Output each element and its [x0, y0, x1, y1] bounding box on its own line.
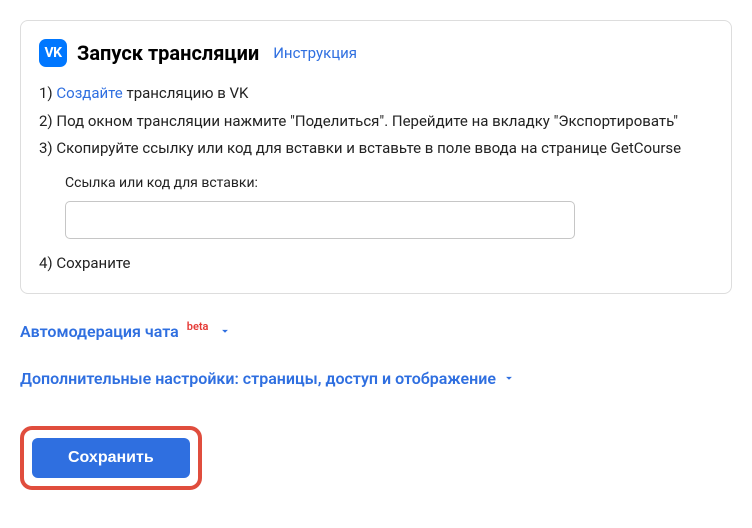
beta-badge: beta [187, 320, 209, 333]
embed-input-section: Ссылка или код для вставки: [39, 172, 713, 240]
steps-list: 1) Создайте трансляцию в VK 2) Под окном… [39, 81, 713, 277]
create-stream-link[interactable]: Создайте [56, 84, 122, 102]
step-4: 4) Сохраните [39, 251, 713, 277]
panel-header: VK Запуск трансляции Инструкция [39, 39, 713, 67]
automoderation-label: Автомодерация чата [20, 322, 179, 341]
additional-settings-toggle[interactable]: Дополнительные настройки: страницы, дост… [20, 369, 732, 388]
save-button[interactable]: Сохранить [32, 438, 190, 478]
instruction-link[interactable]: Инструкция [273, 44, 357, 62]
automoderation-toggle[interactable]: Автомодерация чата beta [20, 322, 732, 341]
step-1: 1) Создайте трансляцию в VK [39, 81, 713, 107]
chevron-down-icon [502, 371, 516, 385]
step-1-prefix: 1) [39, 84, 56, 102]
embed-code-input[interactable] [65, 201, 575, 239]
footer-area: Сохранить [20, 426, 732, 490]
panel-title: Запуск трансляции [77, 41, 259, 65]
save-button-highlight: Сохранить [20, 426, 202, 490]
step-3: 3) Скопируйте ссылку или код для вставки… [39, 136, 713, 162]
step-1-suffix: трансляцию в VK [123, 84, 249, 102]
embed-input-label: Ссылка или код для вставки: [65, 172, 713, 196]
chevron-down-icon [218, 324, 232, 338]
vk-logo-icon: VK [39, 39, 67, 67]
stream-launch-panel: VK Запуск трансляции Инструкция 1) Созда… [20, 20, 732, 294]
step-2: 2) Под окном трансляции нажмите "Поделит… [39, 109, 713, 135]
additional-settings-label: Дополнительные настройки: страницы, дост… [20, 369, 496, 388]
